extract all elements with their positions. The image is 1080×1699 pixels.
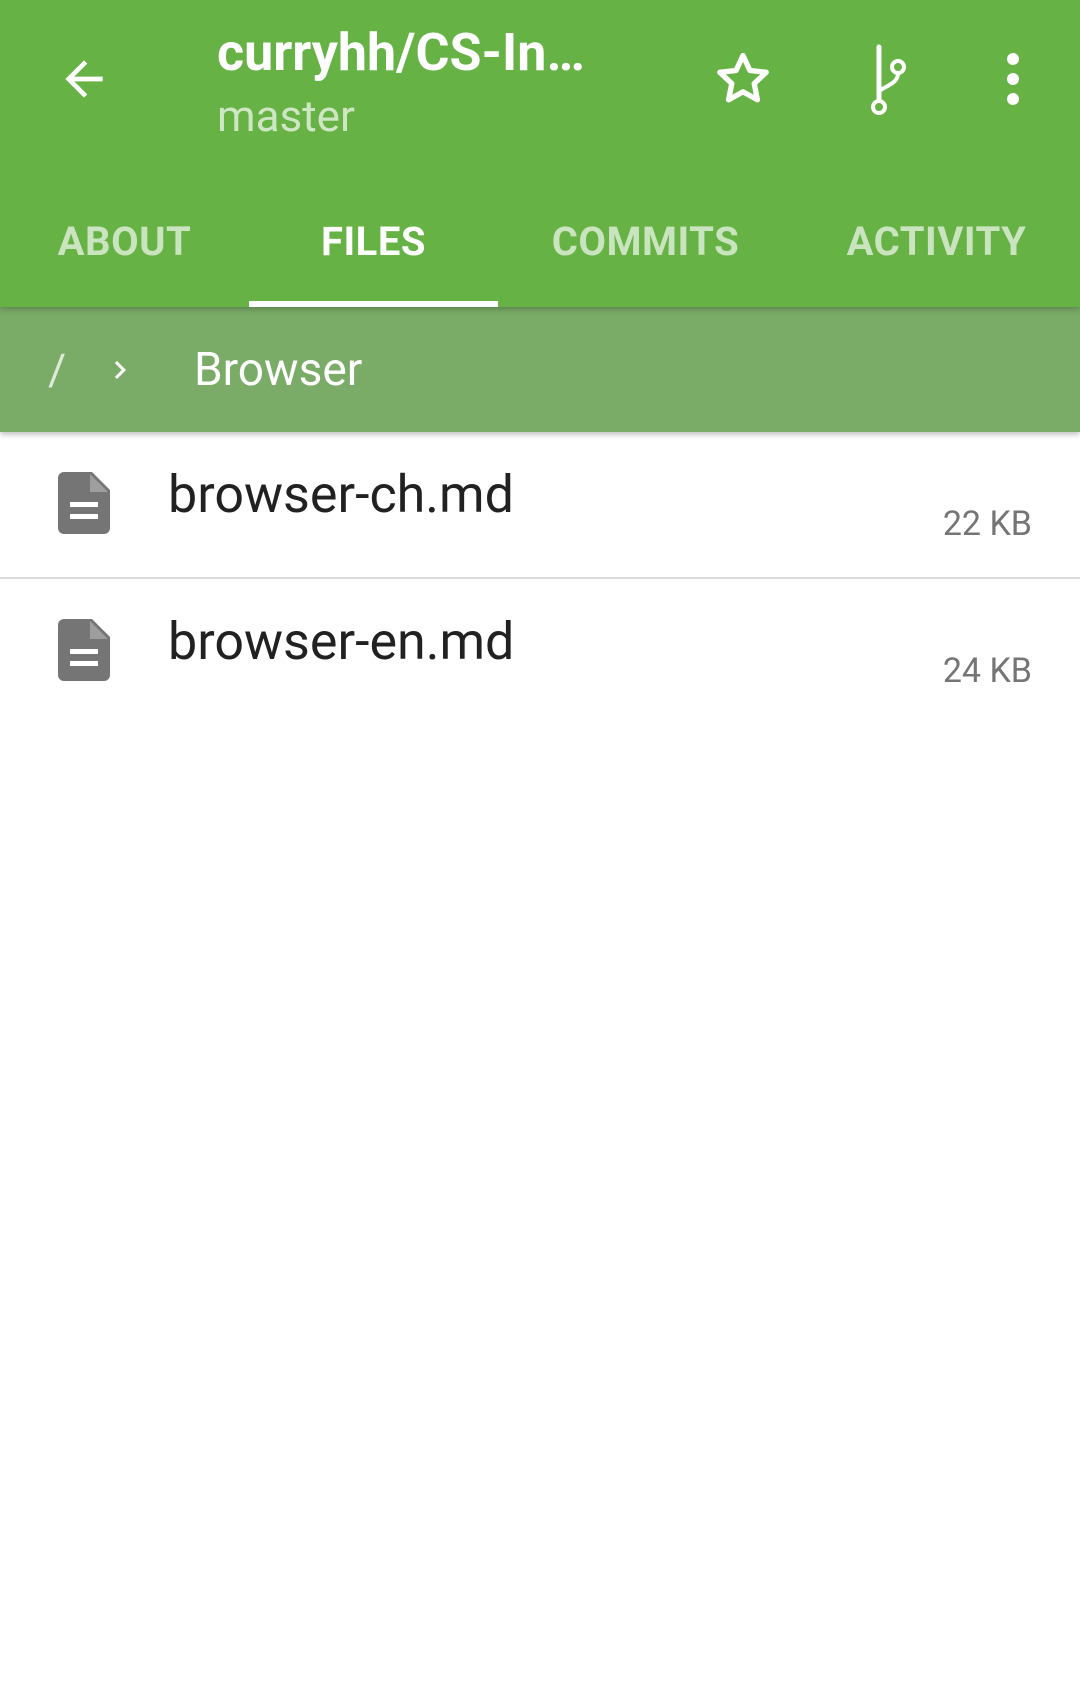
chevron-right-icon bbox=[100, 307, 140, 432]
file-document-icon bbox=[58, 619, 110, 681]
breadcrumb-root[interactable]: / bbox=[44, 307, 70, 432]
star-button[interactable] bbox=[693, 29, 793, 129]
tab-bar: ABOUT FILES COMMITS ACTIVITY bbox=[0, 175, 1080, 307]
repository-file-browser: curryhh/CS-In… master ABOUT FILES COMMIT… bbox=[0, 0, 1080, 1699]
star-outline-icon bbox=[717, 52, 769, 103]
back-button[interactable] bbox=[34, 29, 134, 129]
list-item[interactable]: browser-ch.md 22 KB bbox=[0, 432, 1080, 577]
branch-button[interactable] bbox=[838, 29, 938, 129]
file-size: 24 KB bbox=[942, 651, 1032, 691]
file-name: browser-ch.md bbox=[168, 464, 514, 525]
file-size: 22 KB bbox=[942, 504, 1032, 544]
more-vertical-icon bbox=[1007, 53, 1019, 105]
breadcrumb: / Browser bbox=[0, 307, 1080, 432]
app-bar: curryhh/CS-In… master ABOUT FILES COMMIT… bbox=[0, 0, 1080, 307]
title-block: curryhh/CS-In… master bbox=[217, 18, 637, 144]
active-tab-indicator bbox=[249, 301, 498, 307]
tab-activity[interactable]: ACTIVITY bbox=[793, 175, 1080, 307]
file-list: browser-ch.md 22 KB browser-en.md 24 KB bbox=[0, 432, 1080, 724]
file-name: browser-en.md bbox=[168, 611, 515, 672]
list-item[interactable]: browser-en.md 24 KB bbox=[0, 577, 1080, 724]
breadcrumb-current[interactable]: Browser bbox=[194, 307, 362, 432]
branch-subtitle: master bbox=[217, 90, 355, 142]
tab-files[interactable]: FILES bbox=[249, 175, 498, 307]
arrow-left-icon bbox=[65, 60, 103, 98]
more-options-button[interactable] bbox=[963, 29, 1063, 129]
file-document-icon bbox=[58, 472, 110, 534]
tab-commits[interactable]: COMMITS bbox=[498, 175, 793, 307]
repository-title: curryhh/CS-In… bbox=[217, 22, 585, 83]
toolbar: curryhh/CS-In… master bbox=[0, 0, 1080, 175]
tab-about[interactable]: ABOUT bbox=[0, 175, 249, 307]
git-branch-icon bbox=[871, 44, 906, 115]
